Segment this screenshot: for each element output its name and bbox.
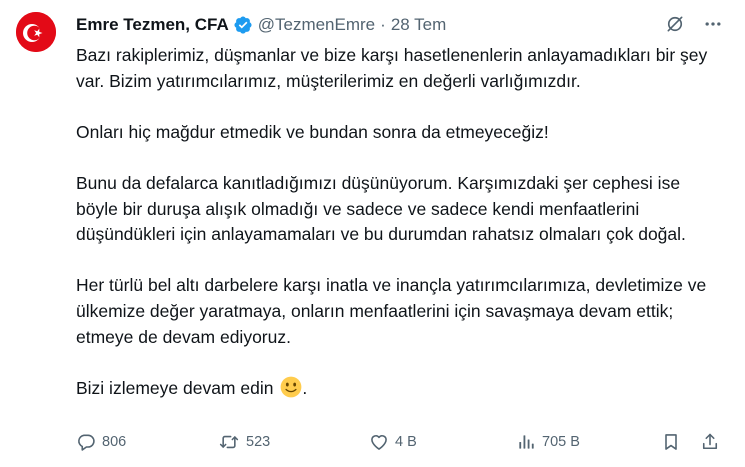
views-icon (519, 435, 534, 449)
tweet-paragraph: Bizi izlemeye devam edin (76, 377, 274, 398)
grok-icon[interactable] (665, 14, 685, 34)
like-button[interactable]: 4 B (369, 432, 417, 452)
like-count: 4 B (395, 434, 417, 450)
views-button[interactable]: 705 B (516, 432, 580, 452)
more-icon[interactable] (703, 14, 723, 34)
repost-icon (219, 435, 239, 449)
tweet-paragraph: Her türlü bel altı darbelere karşı inatl… (76, 275, 707, 347)
repost-button[interactable]: 523 (218, 432, 270, 452)
slightly-smiling-face-emoji (280, 376, 302, 406)
share-button[interactable] (700, 432, 720, 452)
bookmark-icon (665, 434, 677, 450)
separator-dot: · (380, 15, 386, 34)
tweet-paragraph: Bazı rakiplerimiz, düşmanlar ve bize kar… (76, 45, 708, 91)
bookmark-button[interactable] (661, 432, 681, 452)
reply-button[interactable]: 806 (76, 432, 126, 452)
views-count: 705 B (542, 434, 580, 450)
tweet-date[interactable]: 28 Tem (391, 15, 446, 35)
action-bar: 806 523 4 B 705 B (76, 432, 729, 454)
author-handle[interactable]: @TezmenEmre (258, 15, 375, 35)
turkish-flag-avatar-icon (16, 12, 56, 52)
reply-icon (78, 434, 95, 451)
tweet: Emre Tezmen, CFA @TezmenEmre · 28 Tem Ba… (0, 0, 745, 467)
reply-count: 806 (102, 434, 127, 450)
verified-badge-icon (233, 15, 253, 35)
tweet-paragraph: Onları hiç mağdur etmedik ve bundan sonr… (76, 121, 549, 142)
like-icon (371, 435, 387, 450)
top-actions (665, 14, 723, 34)
tweet-paragraph-last: Bizi izlemeye devam edin . (76, 376, 726, 406)
tweet-header: Emre Tezmen, CFA @TezmenEmre · 28 Tem (76, 13, 655, 37)
avatar[interactable] (16, 12, 56, 52)
share-icon (702, 433, 718, 450)
repost-count: 523 (246, 434, 271, 450)
tweet-text: Bazı rakiplerimiz, düşmanlar ve bize kar… (76, 43, 726, 405)
author-name[interactable]: Emre Tezmen, CFA (76, 15, 229, 35)
tweet-paragraph: Bunu da defalarca kanıtladığımızı düşünü… (76, 172, 686, 245)
